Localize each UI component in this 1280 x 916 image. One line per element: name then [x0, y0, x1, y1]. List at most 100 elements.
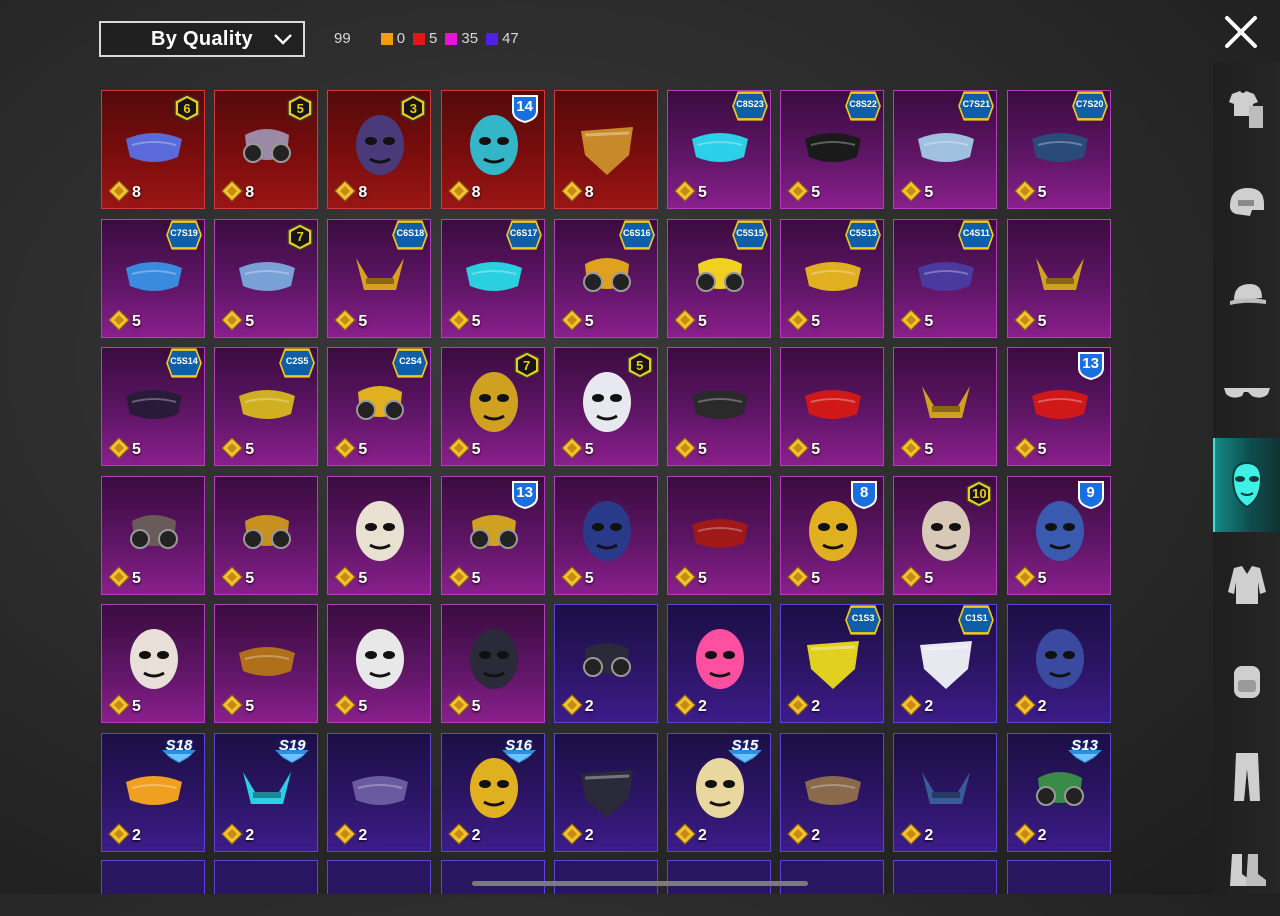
item-card[interactable]: 5	[327, 475, 432, 595]
item-card[interactable]: 68	[101, 90, 205, 209]
item-card[interactable]: S13 2	[1006, 733, 1111, 852]
count-pink: 35	[445, 30, 478, 47]
item-card[interactable]: 75	[214, 218, 319, 338]
item-card[interactable]: 8	[553, 90, 658, 209]
item-card[interactable]: C7S20 5	[1006, 90, 1111, 209]
item-card[interactable]: 38	[327, 90, 432, 209]
count-orange: 0	[380, 30, 405, 47]
item-card[interactable]: C1S1 2	[893, 604, 998, 724]
item-card[interactable]: 13 5	[440, 475, 545, 595]
item-card[interactable]: C2S4 5	[327, 347, 432, 467]
item-card-partial[interactable]	[1006, 860, 1111, 894]
sidebar-item-backpack[interactable]	[1213, 634, 1280, 728]
item-card[interactable]: C1S3 2	[780, 604, 885, 724]
season-arrow-label: S19	[278, 737, 306, 754]
item-card[interactable]: 2	[780, 733, 885, 852]
coin-icon	[334, 180, 357, 202]
pants-icon	[1233, 753, 1260, 801]
item-card[interactable]: 5	[667, 475, 771, 595]
item-card[interactable]: C5S13 5	[780, 218, 885, 338]
item-card[interactable]: C2S5 5	[214, 347, 319, 467]
item-card[interactable]: 13 5	[1006, 347, 1111, 467]
item-card[interactable]: C6S16 5	[553, 218, 658, 338]
item-card[interactable]: 2	[327, 733, 432, 852]
item-card[interactable]: C7S21 5	[893, 90, 998, 209]
item-card[interactable]: S15 2	[667, 733, 771, 852]
total-count: 99	[334, 30, 351, 47]
item-card[interactable]: C8S23 5	[667, 90, 771, 209]
item-card[interactable]: 5	[214, 475, 319, 595]
item-card[interactable]: C7S19 5	[101, 218, 205, 338]
sidebar-item-pants[interactable]	[1213, 730, 1280, 824]
sidebar-item-outfit[interactable]	[1213, 62, 1280, 156]
item-card[interactable]: C5S14 5	[101, 347, 205, 467]
item-card[interactable]: 5	[327, 604, 432, 724]
sidebar-item-jacket[interactable]	[1213, 538, 1280, 632]
item-price: 5	[245, 441, 255, 459]
coin-icon	[560, 308, 583, 331]
item-price: 5	[358, 698, 368, 716]
coin-icon	[221, 694, 244, 717]
coin-icon	[560, 565, 583, 588]
item-price: 2	[584, 698, 594, 716]
item-card[interactable]: 5	[893, 347, 998, 467]
item-card[interactable]: 5	[553, 475, 658, 595]
item-price: 2	[698, 827, 707, 844]
sort-dropdown[interactable]: By Quality	[99, 21, 305, 57]
item-card-partial[interactable]	[440, 860, 545, 894]
coin-icon	[221, 823, 244, 845]
item-card[interactable]: 14 8	[440, 90, 545, 209]
item-card[interactable]: 2	[667, 604, 771, 724]
item-card[interactable]: 5	[214, 604, 319, 724]
coin-icon	[674, 694, 696, 717]
sidebar-item-glasses[interactable]	[1213, 344, 1280, 438]
season-tag-label: C8S23	[736, 99, 764, 109]
item-price: 2	[924, 698, 934, 716]
item-card[interactable]: 58	[214, 90, 319, 209]
item-card[interactable]: 5	[101, 604, 205, 724]
item-card[interactable]: 2	[893, 733, 998, 852]
item-card[interactable]: C4S11 5	[893, 218, 998, 338]
sidebar-item-cap[interactable]	[1213, 250, 1280, 344]
item-card[interactable]: C8S22 5	[780, 90, 885, 209]
item-card[interactable]: 75	[440, 347, 545, 467]
sidebar-item-mask[interactable]	[1213, 438, 1280, 532]
item-card[interactable]: C5S15 5	[667, 218, 771, 338]
coin-icon	[108, 694, 130, 717]
item-card[interactable]: 2	[553, 604, 658, 724]
helmet-icon	[1229, 188, 1264, 216]
coin-icon	[674, 823, 696, 845]
item-card-partial[interactable]	[893, 860, 998, 894]
item-card[interactable]: 5	[101, 475, 205, 595]
item-card-partial[interactable]	[667, 860, 771, 894]
item-card[interactable]: 95	[1006, 475, 1111, 595]
item-card[interactable]: C6S17 5	[440, 218, 545, 338]
item-card-partial[interactable]	[101, 860, 205, 894]
item-card-partial[interactable]	[214, 860, 319, 894]
item-price: 5	[471, 698, 481, 716]
item-price: 2	[1037, 698, 1047, 716]
item-card[interactable]: 5	[1006, 218, 1111, 338]
close-icon[interactable]	[1222, 13, 1260, 51]
item-card[interactable]: S18 2	[101, 733, 205, 852]
item-card[interactable]: 85	[780, 475, 885, 595]
item-card[interactable]: 5	[780, 347, 885, 467]
coin-icon	[108, 180, 130, 202]
sidebar-item-helmet[interactable]	[1213, 156, 1280, 250]
item-card-partial[interactable]	[780, 860, 885, 894]
season-tag-label: C6S18	[396, 227, 425, 238]
item-card[interactable]: 2	[1006, 604, 1111, 724]
sidebar-item-boots[interactable]	[1213, 822, 1280, 916]
item-card[interactable]: 55	[553, 347, 658, 467]
item-card-partial[interactable]	[327, 860, 432, 894]
item-card[interactable]: 5	[440, 604, 545, 724]
item-card[interactable]: 5	[667, 347, 771, 467]
item-price: 5	[811, 569, 821, 587]
item-card-partial[interactable]	[553, 860, 658, 894]
item-price: 5	[698, 569, 707, 587]
item-card[interactable]: 2	[553, 733, 658, 852]
item-card[interactable]: 10 5	[893, 475, 998, 595]
item-card[interactable]: S16 2	[440, 733, 545, 852]
item-card[interactable]: C6S18 5	[327, 218, 432, 338]
item-card[interactable]: S19 2	[214, 733, 319, 852]
